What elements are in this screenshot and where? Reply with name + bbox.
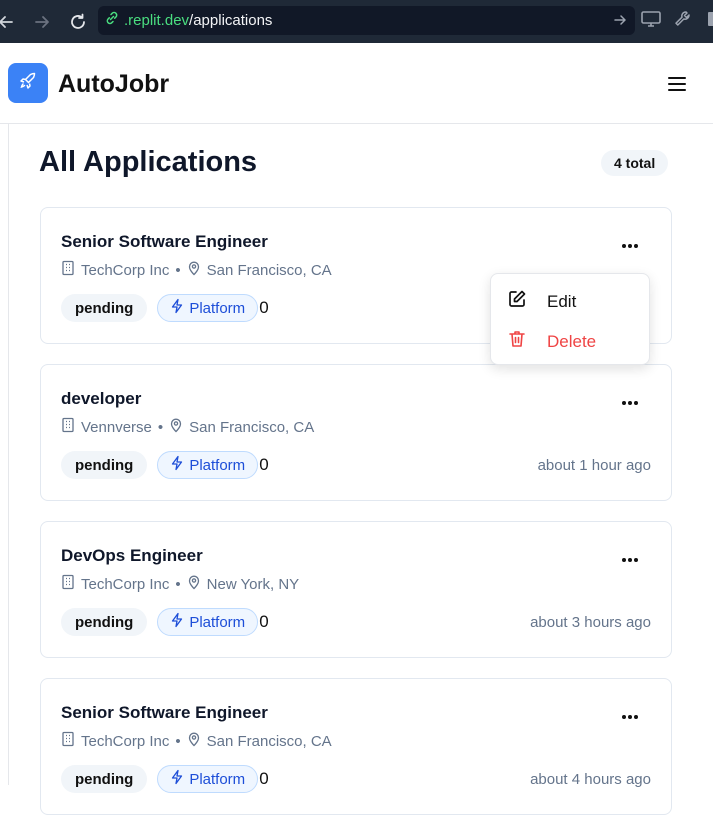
- brand-name[interactable]: AutoJobr: [58, 70, 169, 99]
- job-location: San Francisco, CA: [189, 418, 315, 436]
- job-location: San Francisco, CA: [206, 261, 332, 279]
- separator-dot: •: [175, 732, 181, 750]
- go-arrow-icon[interactable]: [613, 12, 627, 33]
- count-value: 0: [259, 298, 269, 317]
- total-count-badge: 4 total: [601, 150, 669, 176]
- browser-toolbar: .replit.dev/applications: [0, 0, 713, 43]
- building-icon: [61, 574, 75, 594]
- platform-badge: Platform: [157, 451, 259, 479]
- platform-label: Platform: [189, 299, 246, 317]
- logo[interactable]: [8, 63, 48, 103]
- hamburger-menu-icon[interactable]: [666, 74, 688, 94]
- count-value: 0: [259, 612, 269, 631]
- lightning-icon: [170, 298, 184, 318]
- reload-icon[interactable]: [60, 0, 96, 43]
- tag-row: pending Platform 0: [61, 765, 269, 793]
- job-title: Senior Software Engineer: [61, 232, 268, 251]
- card-actions-menu: Edit Delete: [490, 273, 650, 365]
- count-value: 0: [259, 455, 269, 474]
- status-badge: pending: [61, 294, 148, 322]
- lightning-icon: [170, 455, 184, 475]
- separator-dot: •: [175, 575, 181, 593]
- company-name: TechCorp Inc: [81, 575, 170, 593]
- job-location: New York, NY: [206, 575, 300, 593]
- applied-time: about 3 hours ago: [530, 614, 651, 631]
- more-dots-icon[interactable]: [619, 397, 641, 409]
- application-card[interactable]: DevOps Engineer TechCorp Inc • New York,…: [40, 521, 672, 658]
- separator-dot: •: [175, 261, 181, 279]
- wrench-icon[interactable]: [672, 9, 694, 34]
- count-value: 0: [259, 769, 269, 788]
- map-pin-icon: [187, 731, 201, 751]
- map-pin-icon: [187, 574, 201, 594]
- job-meta: TechCorp Inc • San Francisco, CA: [61, 731, 332, 751]
- status-badge: pending: [61, 451, 148, 479]
- job-title: DevOps Engineer: [61, 546, 203, 565]
- app-header: AutoJobr: [0, 43, 713, 124]
- edit-icon: [507, 289, 527, 314]
- url-path: /applications: [189, 12, 273, 29]
- extension-edge-icon[interactable]: [704, 9, 713, 34]
- more-dots-icon[interactable]: [619, 711, 641, 723]
- building-icon: [61, 260, 75, 280]
- delete-label: Delete: [547, 331, 597, 351]
- more-dots-icon[interactable]: [619, 240, 641, 252]
- delete-menu-item[interactable]: Delete: [507, 329, 596, 354]
- monitor-icon[interactable]: [640, 9, 662, 34]
- tag-row: pending Platform 0: [61, 451, 269, 479]
- forward-arrow-icon[interactable]: [24, 0, 60, 43]
- rocket-icon: [18, 71, 38, 96]
- edit-label: Edit: [547, 291, 577, 311]
- edit-menu-item[interactable]: Edit: [507, 289, 576, 314]
- applied-time: about 4 hours ago: [530, 771, 651, 788]
- map-pin-icon: [169, 417, 183, 437]
- lightning-icon: [170, 769, 184, 789]
- platform-badge: Platform: [157, 765, 259, 793]
- more-dots-icon[interactable]: [619, 554, 641, 566]
- page-title: All Applications: [39, 146, 258, 178]
- applications-panel: All Applications 4 total Senior Software…: [8, 124, 713, 815]
- lightning-icon: [170, 612, 184, 632]
- separator-dot: •: [157, 418, 164, 436]
- job-location: San Francisco, CA: [206, 732, 332, 750]
- platform-label: Platform: [189, 456, 246, 474]
- company-name: TechCorp Inc: [81, 261, 170, 279]
- back-arrow-icon[interactable]: [0, 0, 24, 43]
- platform-label: Platform: [189, 613, 246, 631]
- application-card[interactable]: Senior Software Engineer TechCorp Inc • …: [40, 678, 672, 815]
- job-meta: TechCorp Inc • New York, NY: [61, 574, 299, 594]
- application-card[interactable]: developer Vennverse • San Francisco, CA …: [40, 364, 672, 501]
- trash-icon: [507, 329, 527, 354]
- platform-badge: Platform: [157, 608, 259, 636]
- job-title: Senior Software Engineer: [61, 703, 268, 722]
- status-badge: pending: [61, 765, 148, 793]
- building-icon: [61, 417, 75, 437]
- job-meta: Vennverse • San Francisco, CA: [61, 417, 314, 437]
- company-name: Vennverse: [81, 418, 152, 436]
- applied-time: about 1 hour ago: [537, 457, 651, 474]
- tag-row: pending Platform 0: [61, 294, 269, 322]
- map-pin-icon: [187, 260, 201, 280]
- status-badge: pending: [61, 608, 148, 636]
- link-icon: [104, 10, 120, 31]
- platform-badge: Platform: [157, 294, 259, 322]
- job-meta: TechCorp Inc • San Francisco, CA: [61, 260, 332, 280]
- company-name: TechCorp Inc: [81, 732, 170, 750]
- tag-row: pending Platform 0: [61, 608, 269, 636]
- url-host: .replit.dev: [124, 12, 190, 29]
- url-text: .replit.dev/applications: [124, 12, 272, 29]
- building-icon: [61, 731, 75, 751]
- job-title: developer: [61, 389, 142, 408]
- url-bar[interactable]: .replit.dev/applications: [98, 6, 635, 35]
